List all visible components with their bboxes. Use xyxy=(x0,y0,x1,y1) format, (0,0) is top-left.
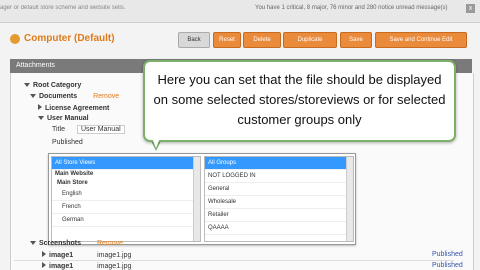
tree-user-manual-label: User Manual xyxy=(47,115,89,122)
published-label: Published xyxy=(52,139,83,146)
collapsed-arrow-icon[interactable] xyxy=(42,251,46,257)
list-item[interactable]: French xyxy=(52,201,200,214)
tree-root[interactable]: Root Category xyxy=(24,82,81,89)
remove-link[interactable]: Remove xyxy=(97,240,123,247)
list-item[interactable]: General xyxy=(205,183,353,196)
visibility-selectors: All Store Views Main Website Main Store … xyxy=(48,153,356,245)
published-status[interactable]: Published xyxy=(432,251,463,258)
expand-arrow-icon[interactable] xyxy=(38,116,44,120)
messages-notice[interactable]: You have 1 critical, 8 major, 76 minor a… xyxy=(255,5,448,11)
callout-text: Here you can set that the file should be… xyxy=(153,72,446,127)
list-item[interactable]: QAAAA xyxy=(205,222,353,235)
list-item[interactable]: NOT LOGGED IN xyxy=(205,170,353,183)
tree-license[interactable]: License Agreement xyxy=(38,104,109,112)
file-name: image1.jpg xyxy=(97,252,132,259)
list-item[interactable]: English xyxy=(52,188,200,201)
expand-arrow-icon[interactable] xyxy=(24,83,30,87)
list-item[interactable]: All Groups xyxy=(205,157,353,170)
list-item[interactable]: Wholesale xyxy=(205,196,353,209)
tree-image1[interactable]: image1 image1.jpg xyxy=(42,251,131,259)
expand-arrow-icon[interactable] xyxy=(30,241,36,245)
list-item[interactable]: German xyxy=(52,214,200,227)
collapsed-arrow-icon[interactable] xyxy=(38,104,42,110)
save-button[interactable]: Save xyxy=(340,32,372,48)
list-item[interactable]: All Store Views xyxy=(52,157,200,170)
title-label: Title xyxy=(52,126,65,133)
scrollbar[interactable] xyxy=(193,157,200,241)
divider xyxy=(14,260,454,261)
remove-link[interactable]: Remove xyxy=(93,93,119,100)
reset-button[interactable]: Reset xyxy=(213,32,241,48)
back-button[interactable]: Back xyxy=(178,32,210,48)
published-row: Published xyxy=(52,139,83,146)
expand-arrow-icon[interactable] xyxy=(30,94,36,98)
tree-image1-label: image1 xyxy=(49,252,74,259)
collapsed-arrow-icon[interactable] xyxy=(42,262,46,268)
tree-documents-label: Documents xyxy=(39,93,78,100)
delete-button[interactable]: Delete xyxy=(243,32,281,48)
tooltip-callout: Here you can set that the file should be… xyxy=(143,60,456,142)
top-notification-bar: ager or default store scheme and website… xyxy=(0,0,480,23)
tree-root-label: Root Category xyxy=(33,82,82,89)
duplicate-button[interactable]: Duplicate xyxy=(283,32,337,48)
tree-screenshots[interactable]: Screenshots Remove xyxy=(30,240,123,247)
callout-pointer-inner xyxy=(152,138,160,148)
save-continue-button[interactable]: Save and Continue Edit xyxy=(375,32,467,48)
title-row: Title User Manual xyxy=(52,125,125,134)
list-item[interactable]: Retailer xyxy=(205,209,353,222)
close-icon[interactable]: x xyxy=(466,4,475,13)
file-name: image1.jpg xyxy=(97,263,132,270)
customer-groups-select[interactable]: All Groups NOT LOGGED IN General Wholesa… xyxy=(204,156,354,242)
page-header: Computer (Default) Back Reset Delete Dup… xyxy=(0,28,480,50)
tree-image2[interactable]: image1 image1.jpg xyxy=(42,262,131,270)
published-status[interactable]: Published xyxy=(432,262,463,269)
title-input[interactable]: User Manual xyxy=(76,125,125,134)
store-views-select[interactable]: All Store Views Main Website Main Store … xyxy=(51,156,201,242)
tree-license-label: License Agreement xyxy=(45,105,110,112)
store-notice: ager or default store scheme and website… xyxy=(0,5,126,11)
page-title: Computer (Default) xyxy=(24,33,115,44)
scrollbar[interactable] xyxy=(346,157,353,241)
tree-documents[interactable]: Documents Remove xyxy=(30,93,119,100)
product-icon xyxy=(10,34,20,44)
list-group: Main Website xyxy=(55,171,94,177)
tree-screenshots-label: Screenshots xyxy=(39,240,82,247)
tree-user-manual[interactable]: User Manual xyxy=(38,115,89,122)
tree-image2-label: image1 xyxy=(49,263,74,270)
list-subgroup: Main Store xyxy=(57,180,88,186)
